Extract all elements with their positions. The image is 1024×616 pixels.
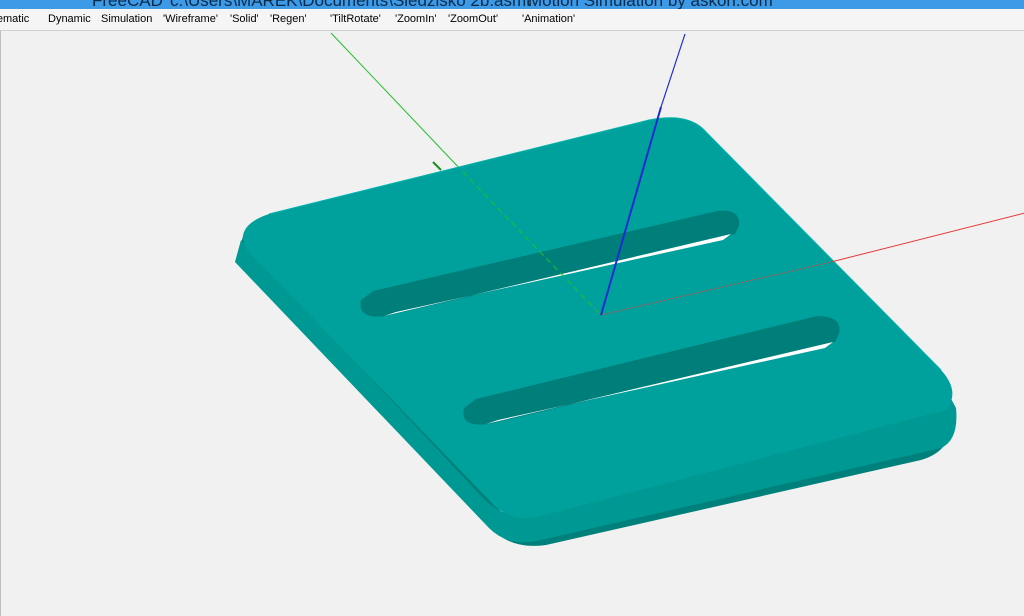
menu-kinematic[interactable]: Kinematic — [0, 13, 29, 25]
3d-viewport[interactable] — [0, 31, 1024, 616]
menu-animation[interactable]: 'Animation' — [522, 13, 575, 25]
y-axis-icon — [330, 32, 464, 173]
menu-bar: Kinematic Dynamic Simulation 'Wireframe'… — [0, 9, 1024, 31]
menu-zoomin[interactable]: 'ZoomIn' — [395, 13, 437, 25]
menu-regen[interactable]: 'Regen' — [270, 13, 307, 25]
scene-canvas[interactable] — [1, 31, 1024, 616]
y-axis-tick — [432, 161, 442, 171]
menu-dynamic[interactable]: Dynamic — [48, 13, 91, 25]
menu-solid[interactable]: 'Solid' — [230, 13, 259, 25]
title-file-path: c:\Users\MAREK\Documents\Siedzisko 2b.as… — [170, 0, 531, 9]
menu-simulation[interactable]: Simulation — [101, 13, 152, 25]
title-bar: FreeCAD c:\Users\MAREK\Documents\Siedzis… — [0, 0, 1024, 9]
menu-tiltrotate[interactable]: 'TiltRotate' — [330, 13, 381, 25]
menu-wireframe[interactable]: 'Wireframe' — [163, 13, 218, 25]
x-axis-icon — [830, 212, 1024, 263]
menu-zoomout[interactable]: 'ZoomOut' — [448, 13, 498, 25]
z-axis-extension — [660, 33, 686, 108]
title-app-name: FreeCAD — [92, 0, 163, 9]
title-tagline: Motion Simulation by askoh.com — [528, 0, 773, 9]
